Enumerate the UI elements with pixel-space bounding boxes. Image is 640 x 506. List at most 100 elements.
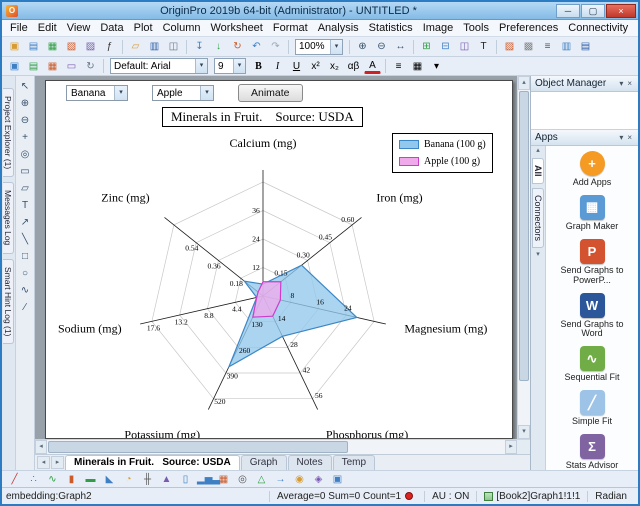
vertical-scroll-thumb[interactable] <box>519 91 529 381</box>
menu-view[interactable]: View <box>62 21 96 35</box>
app-add-apps[interactable]: +Add Apps <box>546 151 638 188</box>
font-name-select[interactable]: Default: Arial ▾ <box>110 58 208 74</box>
save-project-button[interactable]: ▥ <box>146 39 163 54</box>
duplicate-window-button[interactable]: ◫ <box>456 39 473 54</box>
new-matrix-button[interactable]: ▨ <box>82 39 99 54</box>
freehand-tool[interactable]: ∕ <box>17 299 34 315</box>
menu-column[interactable]: Column <box>158 21 206 35</box>
add-text-button[interactable]: T <box>475 39 492 54</box>
arrow-tool[interactable]: ↗ <box>17 214 34 230</box>
pointer-tool[interactable]: ↖ <box>17 78 34 94</box>
import-excel-button[interactable]: ↓ <box>210 39 227 54</box>
insert-table-button[interactable]: ▦ <box>409 59 426 74</box>
font-size-select[interactable]: 9 ▾ <box>214 58 246 74</box>
menu-image[interactable]: Image <box>418 21 459 35</box>
menu-connectivity[interactable]: Connectivity <box>563 21 633 35</box>
scroll-left-icon[interactable]: ◂ <box>35 440 47 454</box>
apps-scroll-up-icon[interactable]: ▴ <box>536 146 540 156</box>
open-button[interactable]: ▱ <box>127 39 144 54</box>
line-tool[interactable]: ╲ <box>17 231 34 247</box>
box-chart-button[interactable]: ▯ <box>177 472 194 487</box>
close-icon[interactable]: × <box>625 79 634 88</box>
line-plot-button[interactable]: ╱ <box>6 472 23 487</box>
print-button[interactable]: ◫ <box>165 39 182 54</box>
data-reader-tool[interactable]: ◎ <box>17 146 34 162</box>
ternary-plot-button[interactable]: △ <box>253 472 270 487</box>
menu-edit[interactable]: Edit <box>33 21 62 35</box>
close-icon[interactable]: × <box>625 133 634 142</box>
minimize-button[interactable]: ─ <box>556 4 580 18</box>
doc-tab-temp[interactable]: Temp <box>333 455 375 470</box>
vertical-scrollbar[interactable]: ▴ ▾ <box>517 76 530 439</box>
heatmap-plot-button[interactable]: ▦ <box>215 472 232 487</box>
app-send-graphs-to-word[interactable]: WSend Graphs to Word <box>546 293 638 340</box>
maximize-button[interactable]: ▢ <box>581 4 605 18</box>
screen-reader-tool[interactable]: + <box>17 129 34 145</box>
object-manager-body[interactable] <box>531 92 638 130</box>
menu-format[interactable]: Format <box>268 21 313 35</box>
menu-window[interactable]: Window <box>633 21 640 35</box>
fruit2-select[interactable]: Apple ▾ <box>152 85 214 101</box>
layout-button[interactable]: ▭ <box>63 59 80 74</box>
add-layer-button[interactable]: ⊞ <box>418 39 435 54</box>
more-formats-button[interactable]: ▾ <box>428 59 445 74</box>
new-excel-button[interactable]: ▦ <box>44 39 61 54</box>
zoom-in-button[interactable]: ⊕ <box>354 39 371 54</box>
apps-tab-all[interactable]: All <box>532 158 544 184</box>
bar-plot-button[interactable]: ▬ <box>82 472 99 487</box>
subscript-button[interactable]: x₂ <box>326 59 343 74</box>
tab-scroll-right-icon[interactable]: ▸ <box>51 456 64 469</box>
zoom-out-button[interactable]: ⊖ <box>373 39 390 54</box>
scroll-right-icon[interactable]: ▸ <box>505 440 517 454</box>
template-library-button[interactable]: ▣ <box>6 59 23 74</box>
rectangle-tool[interactable]: □ <box>17 248 34 264</box>
align-button[interactable]: ≡ <box>390 59 407 74</box>
polar-plot-button[interactable]: ◎ <box>234 472 251 487</box>
menu-data[interactable]: Data <box>95 21 128 35</box>
new-workbook-button[interactable]: ▤ <box>25 39 42 54</box>
menu-statistics[interactable]: Statistics <box>364 21 418 35</box>
new-project-button[interactable]: ▣ <box>6 39 23 54</box>
close-button[interactable]: × <box>606 4 636 18</box>
app-stats-advisor[interactable]: ΣStats Advisor <box>546 434 638 470</box>
area-plot-button[interactable]: ◣ <box>101 472 118 487</box>
zoom-in-tool[interactable]: ⊕ <box>17 95 34 111</box>
menu-file[interactable]: File <box>5 21 33 35</box>
greek-button[interactable]: αβ <box>345 59 362 74</box>
mask-tool[interactable]: ▱ <box>17 180 34 196</box>
zoom-out-tool[interactable]: ⊖ <box>17 112 34 128</box>
menu-plot[interactable]: Plot <box>129 21 158 35</box>
sidebar-tab-messages-log[interactable]: Messages Log <box>3 182 14 253</box>
polyline-tool[interactable]: ∿ <box>17 282 34 298</box>
superscript-button[interactable]: x² <box>307 59 324 74</box>
worksheet-query-button[interactable]: ▤ <box>25 59 42 74</box>
rescale-button[interactable]: ↔ <box>392 39 409 54</box>
project-explorer-button[interactable]: ▥ <box>558 39 575 54</box>
menu-tools[interactable]: Tools <box>458 21 494 35</box>
text-tool[interactable]: T <box>17 197 34 213</box>
horizontal-scroll-thumb[interactable] <box>48 441 348 453</box>
sidebar-tab-project-explorer-1[interactable]: Project Explorer (1) <box>3 88 14 177</box>
theme-gallery-button[interactable]: ▩ <box>520 39 537 54</box>
circle-tool[interactable]: ○ <box>17 265 34 281</box>
new-graph-button[interactable]: ▧ <box>63 39 80 54</box>
undo-button[interactable]: ↶ <box>248 39 265 54</box>
fruit1-select[interactable]: Banana ▾ <box>66 85 128 101</box>
chevron-down-icon[interactable]: ▾ <box>617 133 625 142</box>
data-selector-tool[interactable]: ▭ <box>17 163 34 179</box>
menu-analysis[interactable]: Analysis <box>313 21 364 35</box>
chevron-down-icon[interactable]: ▾ <box>617 79 625 88</box>
scroll-down-icon[interactable]: ▾ <box>518 425 530 439</box>
script-window-button[interactable]: ≡ <box>539 39 556 54</box>
apps-scroll-down-icon[interactable]: ▾ <box>536 250 540 260</box>
column-plot-button[interactable]: ▮ <box>63 472 80 487</box>
object-manager-toggle-button[interactable]: ▤ <box>577 39 594 54</box>
menu-worksheet[interactable]: Worksheet <box>205 21 267 35</box>
horizontal-scrollbar[interactable]: ◂ ▸ <box>35 439 530 454</box>
app-simple-fit[interactable]: ╱Simple Fit <box>546 390 638 427</box>
doc-tab-notes[interactable]: Notes <box>288 455 332 470</box>
scatter-plot-button[interactable]: ∴ <box>25 472 42 487</box>
apps-tab-connectors[interactable]: Connectors <box>532 188 544 248</box>
histogram-plot-button[interactable]: ▂▅▃ <box>196 472 213 487</box>
app-send-graphs-to-powerp[interactable]: PSend Graphs to PowerP... <box>546 239 638 286</box>
